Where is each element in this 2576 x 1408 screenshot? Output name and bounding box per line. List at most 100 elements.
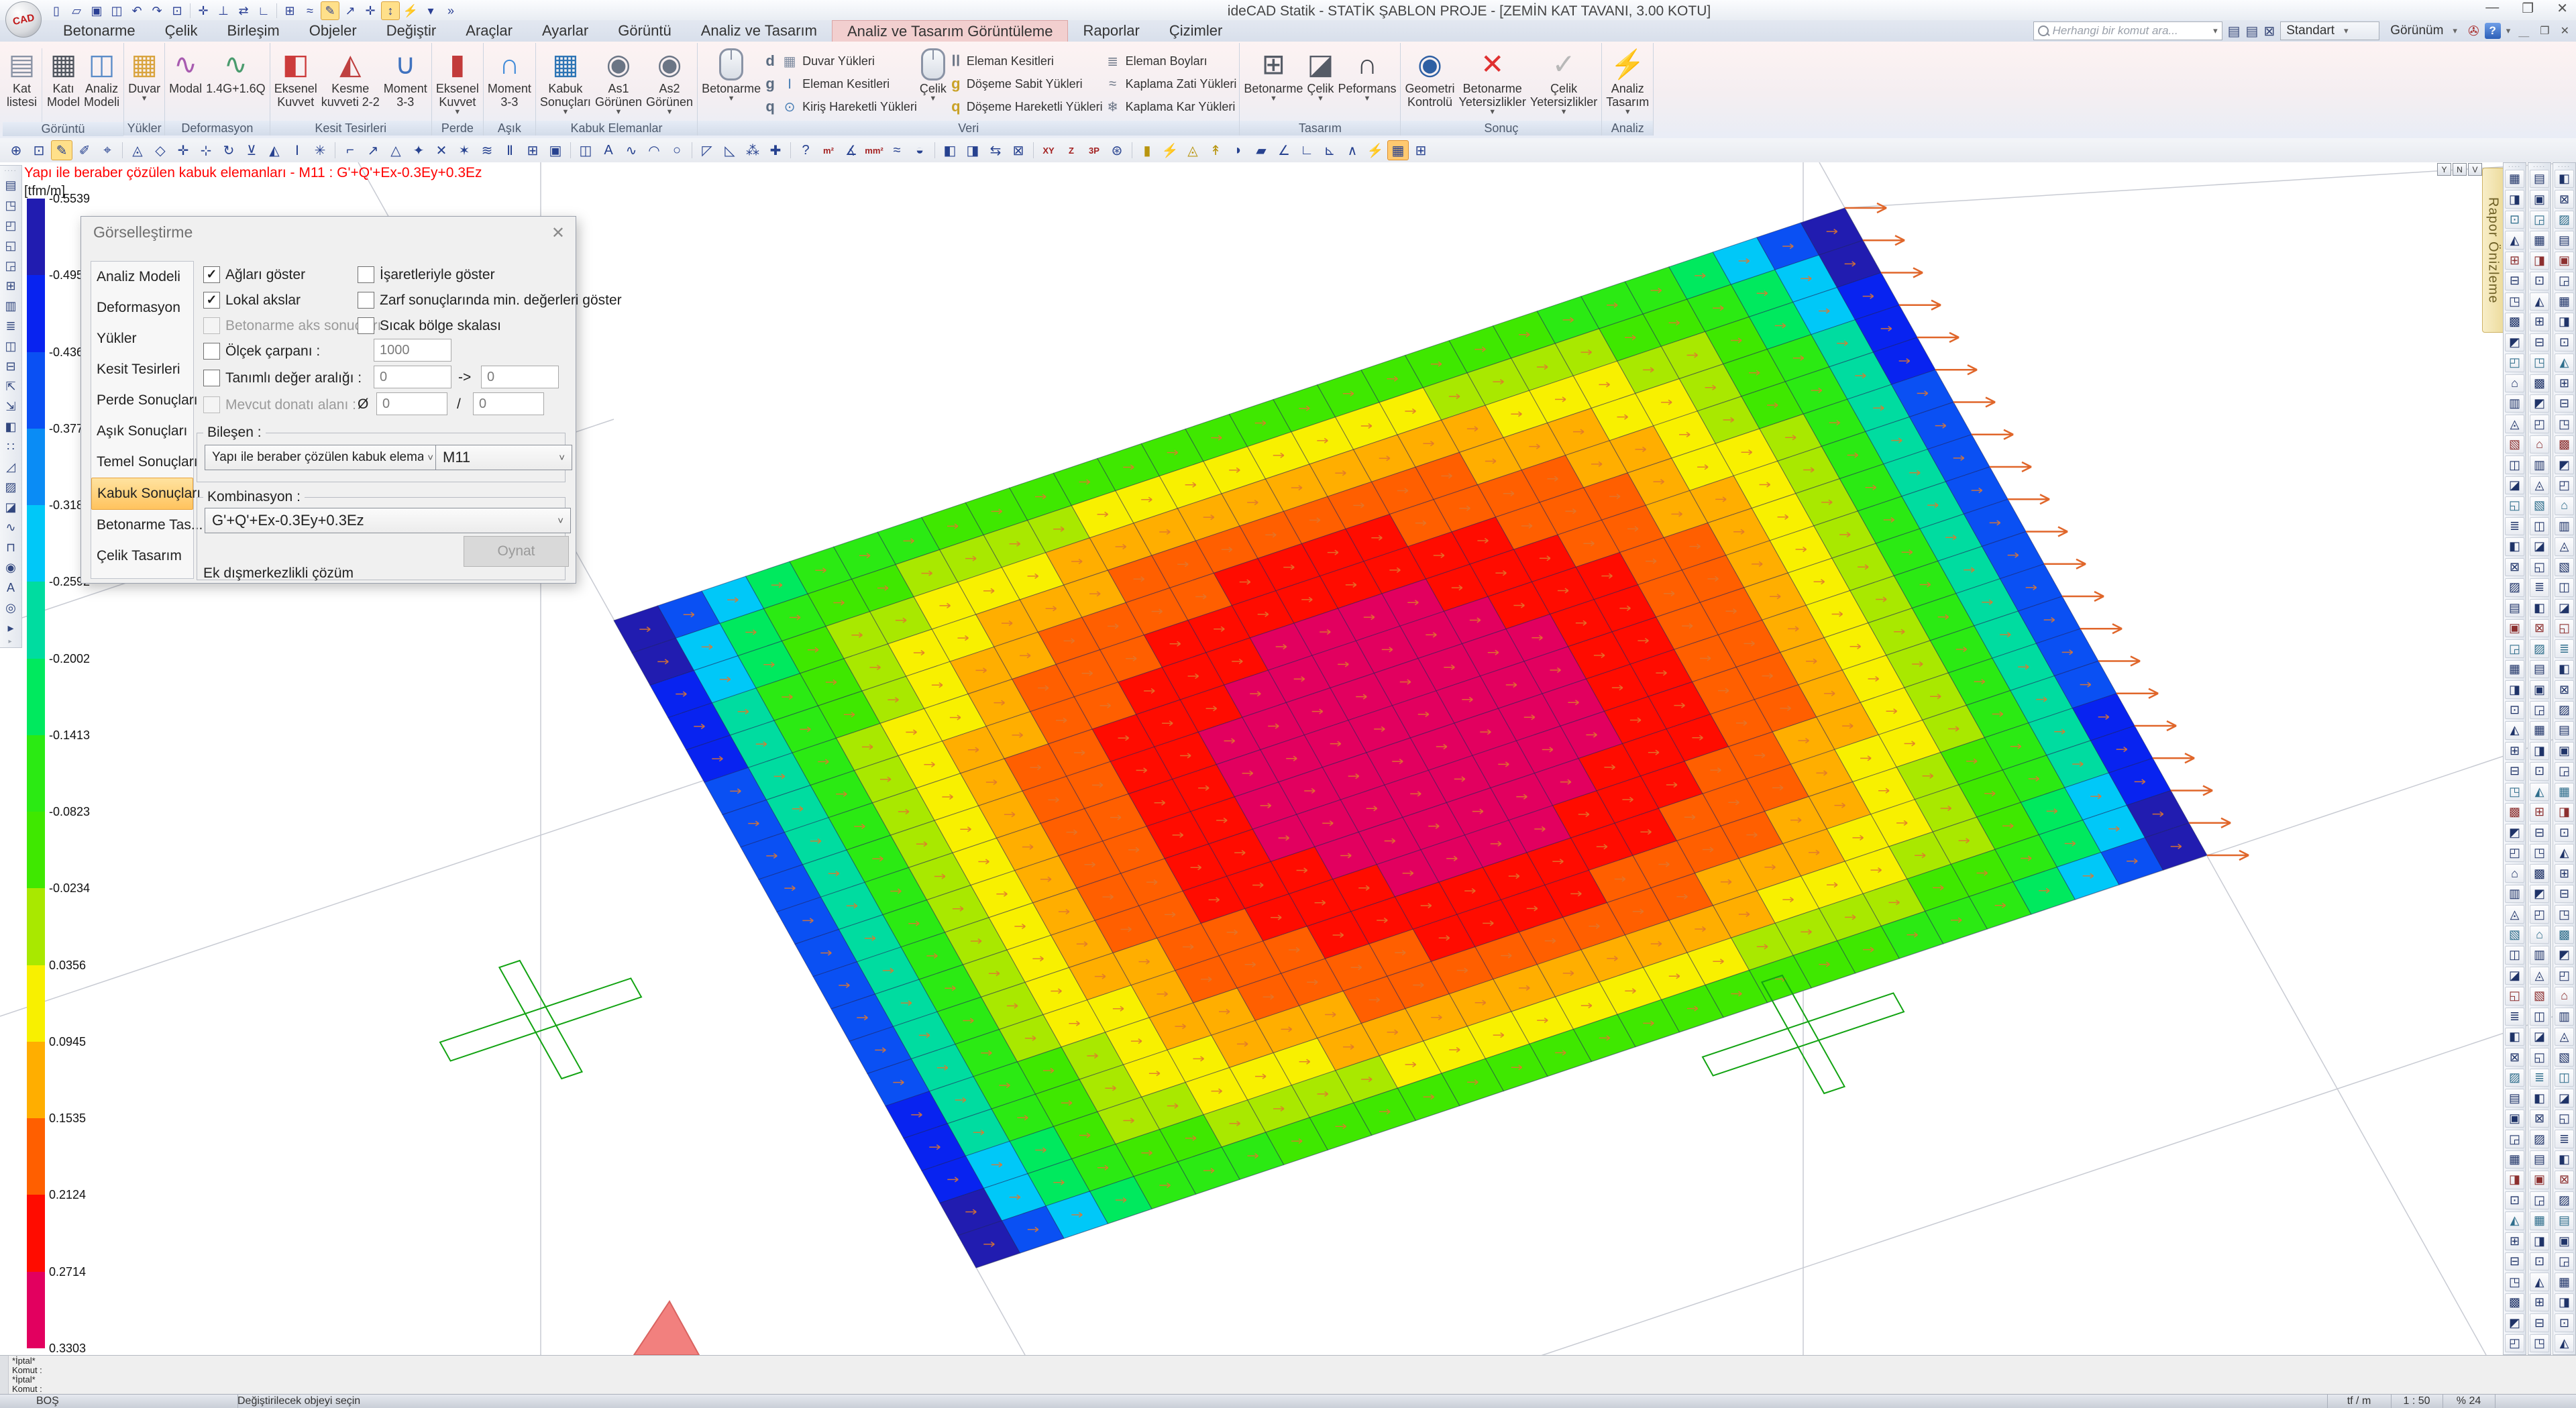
tool-icon[interactable]: ⌖: [97, 140, 118, 160]
tool-icon[interactable]: ⊻: [241, 140, 262, 160]
tool-icon[interactable]: ⊠: [2555, 1171, 2574, 1189]
check-right-0-checkbox[interactable]: [358, 266, 374, 283]
tool-icon[interactable]: ⊞: [2505, 1232, 2524, 1250]
tool-icon[interactable]: ▣: [2555, 742, 2574, 760]
tool-icon[interactable]: ◱: [2555, 619, 2574, 637]
ribbon-button-kat-listesi[interactable]: ▤Katlistesi: [5, 46, 38, 109]
tool-icon[interactable]: ▥: [2555, 1008, 2574, 1026]
tool-icon[interactable]: ◰: [2555, 967, 2574, 985]
ribbon-button-moment-3-3[interactable]: ∩Moment3-3: [486, 46, 533, 109]
ribbon-button-kabuk-sonu-lar-[interactable]: ▦KabukSonuçları▼: [539, 46, 592, 115]
menu-tab-objeler[interactable]: Objeler: [294, 20, 372, 42]
tool-icon[interactable]: ▧: [2505, 926, 2524, 944]
tool-icon[interactable]: ▧: [2530, 987, 2549, 1005]
tool-icon[interactable]: ◭: [2530, 783, 2549, 801]
search-input[interactable]: Herhangi bir komut ara... ▾: [2033, 21, 2222, 40]
tool-icon[interactable]: ◰: [2505, 1334, 2524, 1352]
tool-icon[interactable]: ◫: [575, 140, 596, 160]
tool-icon[interactable]: ◨: [2505, 190, 2524, 208]
tool-icon[interactable]: ≣: [2555, 1130, 2574, 1148]
tool-icon[interactable]: ◱: [2, 237, 19, 254]
tool-icon[interactable]: ⌂: [2505, 864, 2524, 882]
tool-icon[interactable]: ▣: [2555, 1232, 2574, 1250]
ribbon-item-d-eme-hareketli-y-kleri[interactable]: qDöşeme Hareketli Yükleri: [949, 95, 1103, 118]
ribbon-button-eksenel-kuvvet[interactable]: ◧EksenelKuvvet: [273, 46, 319, 109]
dialog-list-item-kesit-tesirleri[interactable]: Kesit Tesirleri: [91, 354, 193, 385]
tool-icon[interactable]: ⌂: [2530, 435, 2549, 453]
rapor-onizleme-tab[interactable]: Rapor Önizleme: [2482, 168, 2504, 333]
tool-icon[interactable]: ✕: [431, 140, 452, 160]
tool-icon[interactable]: Ⅰ: [286, 140, 308, 160]
tool-icon[interactable]: Ⅱ: [499, 140, 521, 160]
range-min-input[interactable]: [374, 366, 451, 388]
tool-icon[interactable]: ▦: [2505, 170, 2524, 188]
tool-icon[interactable]: ◭: [2555, 354, 2574, 372]
tool-icon[interactable]: ◪: [2505, 476, 2524, 494]
tool-icon[interactable]: ▨: [2555, 211, 2574, 229]
tool-icon[interactable]: ∟: [1296, 140, 1318, 160]
menu-tab-g-r-nt-[interactable]: Görüntü: [603, 20, 686, 42]
tool-icon[interactable]: ≣: [2505, 517, 2524, 535]
tool-icon[interactable]: ⊞: [2505, 742, 2524, 760]
tool-icon[interactable]: ▮: [1136, 140, 1158, 160]
tool-icon[interactable]: ◬: [2530, 476, 2549, 494]
tool-icon[interactable]: ▤: [2530, 660, 2549, 678]
ribbon-item-kiri-hareketli-y-kleri[interactable]: q⊙Kiriş Hareketli Yükleri: [763, 95, 917, 118]
tool-icon[interactable]: ◰: [2555, 476, 2574, 494]
ribbon-button-kat--model[interactable]: ▦KatıModel: [46, 46, 81, 109]
tool-icon[interactable]: ▨: [2505, 1069, 2524, 1087]
tool-icon[interactable]: ▩: [2505, 803, 2524, 821]
tool-icon[interactable]: ◲: [2505, 639, 2524, 657]
tool-icon[interactable]: ⊠: [2505, 558, 2524, 576]
tool-icon[interactable]: ◪: [2555, 599, 2574, 617]
tool-icon[interactable]: ⊟: [2505, 1252, 2524, 1270]
tool-icon[interactable]: ⊡: [2505, 701, 2524, 719]
tool-icon[interactable]: ≣: [2, 317, 19, 335]
tool-icon[interactable]: ◭: [2530, 292, 2549, 311]
value-range-checkbox[interactable]: [203, 370, 220, 386]
tool-icon[interactable]: ⁂: [742, 140, 763, 160]
tool-icon[interactable]: ⊡: [2530, 272, 2549, 290]
tool-icon[interactable]: ⊓: [2, 539, 19, 556]
tool-icon[interactable]: ◱: [2505, 987, 2524, 1005]
quick-analysis-icon[interactable]: ⚡: [401, 1, 420, 20]
tool-icon[interactable]: ≣: [2505, 1008, 2524, 1026]
tool-icon[interactable]: ◧: [2555, 1150, 2574, 1169]
tool-icon[interactable]: ▸: [2, 619, 19, 637]
tool-icon[interactable]: ⊞: [2, 277, 19, 294]
tool-icon[interactable]: ▨: [2505, 578, 2524, 596]
ribbon-button-betonarme[interactable]: Betonarme▼: [700, 46, 762, 102]
qat-more-icon[interactable]: »: [441, 1, 460, 20]
check-right-1-checkbox[interactable]: [358, 292, 374, 309]
ribbon-item-duvar-y-kleri[interactable]: d▦Duvar Yükleri: [763, 50, 917, 72]
menu-tab-raporlar[interactable]: Raporlar: [1068, 20, 1154, 42]
ribbon-button-1.4g+1.6q[interactable]: ∿1.4G+1.6Q: [205, 46, 267, 95]
nearest-snap-icon[interactable]: ↗: [341, 1, 360, 20]
tool-icon[interactable]: ⊟: [2530, 824, 2549, 842]
tool-icon[interactable]: ⊟: [2555, 885, 2574, 903]
tool-icon[interactable]: ∿: [2, 519, 19, 536]
component-type-select[interactable]: Yapı ile beraber çözülen kabuk elemanlar…: [205, 445, 441, 470]
tool-icon[interactable]: ◪: [2, 498, 19, 516]
check-right-2-checkbox[interactable]: [358, 317, 374, 334]
tool-icon[interactable]: ▩: [2505, 313, 2524, 331]
toolbar-overflow-icon[interactable]: ▸: [8, 639, 13, 645]
ribbon-button-analiz-modeli[interactable]: ◫AnalizModeli: [83, 46, 121, 109]
tool-icon[interactable]: ?: [795, 140, 816, 160]
tool-icon[interactable]: ⊟: [2530, 1313, 2549, 1332]
tool-icon[interactable]: ⊞: [1410, 140, 1432, 160]
tool-icon[interactable]: ◳: [2530, 354, 2549, 372]
tool-icon[interactable]: ▤: [2555, 231, 2574, 249]
tool-icon[interactable]: ▧: [2530, 496, 2549, 515]
tool-icon[interactable]: ◳: [2505, 783, 2524, 801]
tool-icon[interactable]: △: [385, 140, 407, 160]
dialog-list-item-temel-sonu-lar-[interactable]: Temel Sonuçları: [91, 447, 193, 478]
menu-tab-analiz-ve-tasar-m[interactable]: Analiz ve Tasarım: [686, 20, 832, 42]
tool-icon[interactable]: ⊟: [2505, 762, 2524, 780]
ribbon-button--elik[interactable]: ◪Çelik▼: [1305, 46, 1335, 102]
tool-icon[interactable]: ▦: [2530, 721, 2549, 739]
tool-icon[interactable]: ◰: [2, 217, 19, 234]
tool-icon[interactable]: ◇: [150, 140, 171, 160]
tool-icon[interactable]: ◳: [2, 197, 19, 214]
tool-icon[interactable]: ◫: [2, 337, 19, 355]
